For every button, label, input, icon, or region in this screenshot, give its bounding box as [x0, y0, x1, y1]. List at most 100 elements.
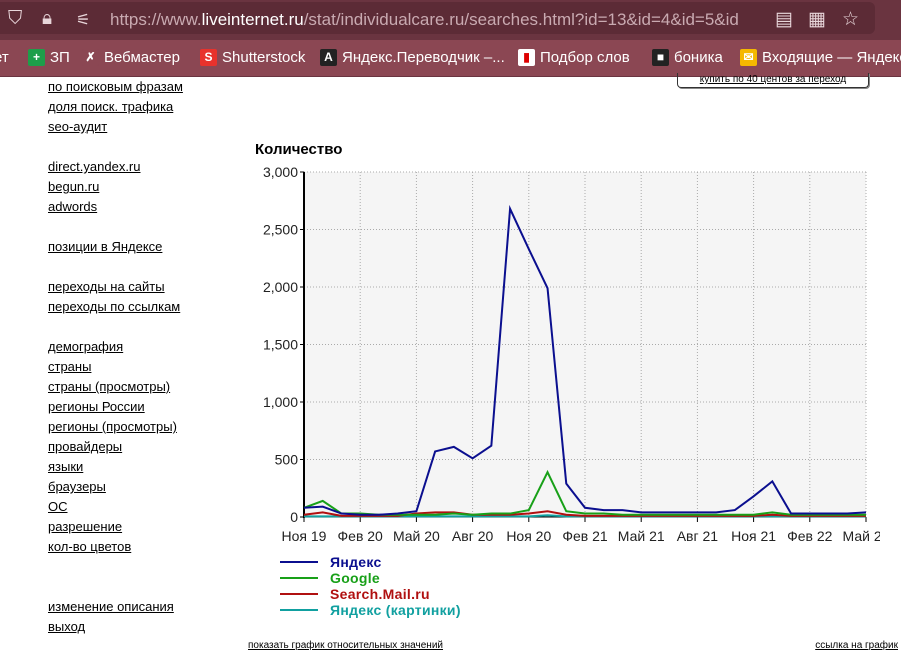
sidebar-link[interactable]: позиции в Яндексе	[48, 238, 183, 258]
sidebar-link[interactable]: по поисковым фразам	[48, 78, 183, 98]
x-tick-label: Май 20	[393, 528, 440, 544]
url-host: liveinternet.ru	[201, 10, 304, 29]
x-tick-label: Май 21	[618, 528, 665, 544]
bookmark-item[interactable]: ет	[0, 49, 9, 66]
bookmark-item[interactable]: + ЗП	[28, 49, 70, 66]
chart-link[interactable]: ссылка на график	[815, 640, 898, 651]
sidebar-nav: по поисковым фразам доля поиск. трафика se…	[48, 78, 183, 638]
sidebar-link[interactable]: браузеры	[48, 478, 183, 498]
y-tick-label: 2,000	[263, 279, 298, 295]
sidebar-link[interactable]: страны	[48, 358, 183, 378]
bookmark-icon: +	[28, 49, 45, 66]
sidebar-link[interactable]: seo-аудит	[48, 118, 183, 138]
y-tick-label: 1,000	[263, 394, 298, 410]
chart-legend: Яндекс Google Search.Mail.ru Яндекс (картин…	[280, 554, 461, 618]
x-tick-label: Авг 21	[677, 528, 719, 544]
sidebar-link[interactable]: регионы России	[48, 398, 183, 418]
bookmark-item[interactable]: S Shutterstock	[200, 49, 305, 66]
bookmark-icon: S	[200, 49, 217, 66]
x-tick-label: Фев 22	[787, 528, 833, 544]
star-icon[interactable]: ☆	[842, 8, 859, 31]
relative-values-link[interactable]: показать график относительных значений	[248, 640, 443, 651]
y-tick-label: 2,500	[263, 222, 298, 238]
address-bar[interactable]: ⛉ 🔒︎ ⚟ https://www.liveinternet.ru/stat/…	[0, 2, 875, 34]
sidebar-link[interactable]: демография	[48, 338, 183, 358]
sidebar-link[interactable]: ОС	[48, 498, 183, 518]
sidebar-link[interactable]: begun.ru	[48, 178, 183, 198]
bookmark-label: ет	[0, 49, 9, 66]
reader-mode-icon[interactable]: ▤	[775, 8, 793, 31]
sidebar-link[interactable]: переходы по ссылкам	[48, 298, 183, 318]
url-prefix: https://www.	[110, 10, 202, 29]
bookmark-label: ЗП	[50, 49, 70, 66]
site-settings-icon[interactable]: ⚟	[76, 10, 90, 30]
shield-icon[interactable]: ⛉	[8, 8, 22, 30]
bookmark-icon: ■	[652, 49, 669, 66]
sidebar-link[interactable]: разрешение	[48, 518, 183, 538]
sidebar-link[interactable]: языки	[48, 458, 183, 478]
bookmark-label: боника	[674, 49, 723, 66]
chart-title: Количество	[255, 141, 343, 158]
bookmark-label: Вебмастер	[104, 49, 180, 66]
sidebar-link[interactable]: регионы (просмотры)	[48, 418, 183, 438]
bookmark-icon: ▮	[518, 49, 535, 66]
sidebar-link[interactable]: переходы на сайты	[48, 278, 183, 298]
bookmark-icon: ✉	[740, 49, 757, 66]
sidebar-link[interactable]: доля поиск. трафика	[48, 98, 183, 118]
bookmark-item[interactable]: ✉ Входящие — Яндекс	[740, 49, 901, 66]
legend-item: Search.Mail.ru	[280, 586, 461, 602]
legend-label: Яндекс (картинки)	[330, 602, 461, 618]
lock-icon[interactable]: 🔒︎	[42, 8, 52, 30]
legend-swatch	[280, 609, 318, 611]
y-tick-label: 500	[275, 452, 299, 468]
bookmark-label: Shutterstock	[222, 49, 306, 66]
x-tick-label: Май 22	[843, 528, 880, 544]
sidebar-link[interactable]: direct.yandex.ru	[48, 158, 183, 178]
x-tick-label: Фев 20	[338, 528, 384, 544]
sidebar-link[interactable]: страны (просмотры)	[48, 378, 183, 398]
line-chart: 0 500 1,000 1,500 2,000 2,500 3,000 Ноя 19 Фев 2…	[263, 164, 880, 544]
browser-toolbar: ⛉ 🔒︎ ⚟ https://www.liveinternet.ru/stat/…	[0, 0, 901, 40]
url-text[interactable]: https://www.liveinternet.ru/stat/individ…	[110, 10, 770, 30]
bookmark-item[interactable]: A Яндекс.Переводчик –...	[320, 49, 505, 66]
bookmarks-bar: ет + ЗП ✗ Вебмастер S Shutterstock A Яндекс.Пере…	[0, 40, 901, 77]
y-tick-label: 3,000	[263, 164, 298, 180]
sidebar-link[interactable]: кол-во цветов	[48, 538, 183, 558]
sidebar-link[interactable]: провайдеры	[48, 438, 183, 458]
legend-label: Яндекс	[330, 554, 382, 570]
legend-item: Яндекс	[280, 554, 461, 570]
sidebar-link[interactable]: adwords	[48, 198, 183, 218]
buy-link[interactable]: купить по 40 центов за переход	[677, 73, 869, 88]
legend-swatch	[280, 593, 318, 595]
legend-swatch	[280, 561, 318, 563]
legend-item: Яндекс (картинки)	[280, 602, 461, 618]
bookmark-item[interactable]: ■ боника	[652, 49, 723, 66]
bookmark-icon: ✗	[82, 49, 99, 66]
bookmark-icon: A	[320, 49, 337, 66]
collections-icon[interactable]: ▦	[808, 8, 826, 31]
x-tick-label: Ноя 20	[506, 528, 551, 544]
legend-item: Google	[280, 570, 461, 586]
x-tick-label: Ноя 19	[282, 528, 327, 544]
x-tick-label: Авг 20	[452, 528, 494, 544]
legend-label: Search.Mail.ru	[330, 586, 430, 602]
y-tick-label: 1,500	[263, 337, 298, 353]
url-path: /stat/individualcare.ru/searches.html?id…	[303, 10, 739, 29]
bookmark-item[interactable]: ▮ Подбор слов	[518, 49, 630, 66]
legend-swatch	[280, 577, 318, 579]
bookmark-item[interactable]: ✗ Вебмастер	[82, 49, 180, 66]
bookmark-label: Яндекс.Переводчик –...	[342, 49, 505, 66]
sidebar-link[interactable]: выход	[48, 618, 183, 638]
y-tick-label: 0	[290, 509, 298, 525]
bookmark-label: Входящие — Яндекс	[762, 49, 901, 66]
legend-label: Google	[330, 570, 381, 586]
sidebar-link[interactable]: изменение описания	[48, 598, 183, 618]
x-tick-label: Ноя 21	[731, 528, 776, 544]
bookmark-label: Подбор слов	[540, 49, 630, 66]
